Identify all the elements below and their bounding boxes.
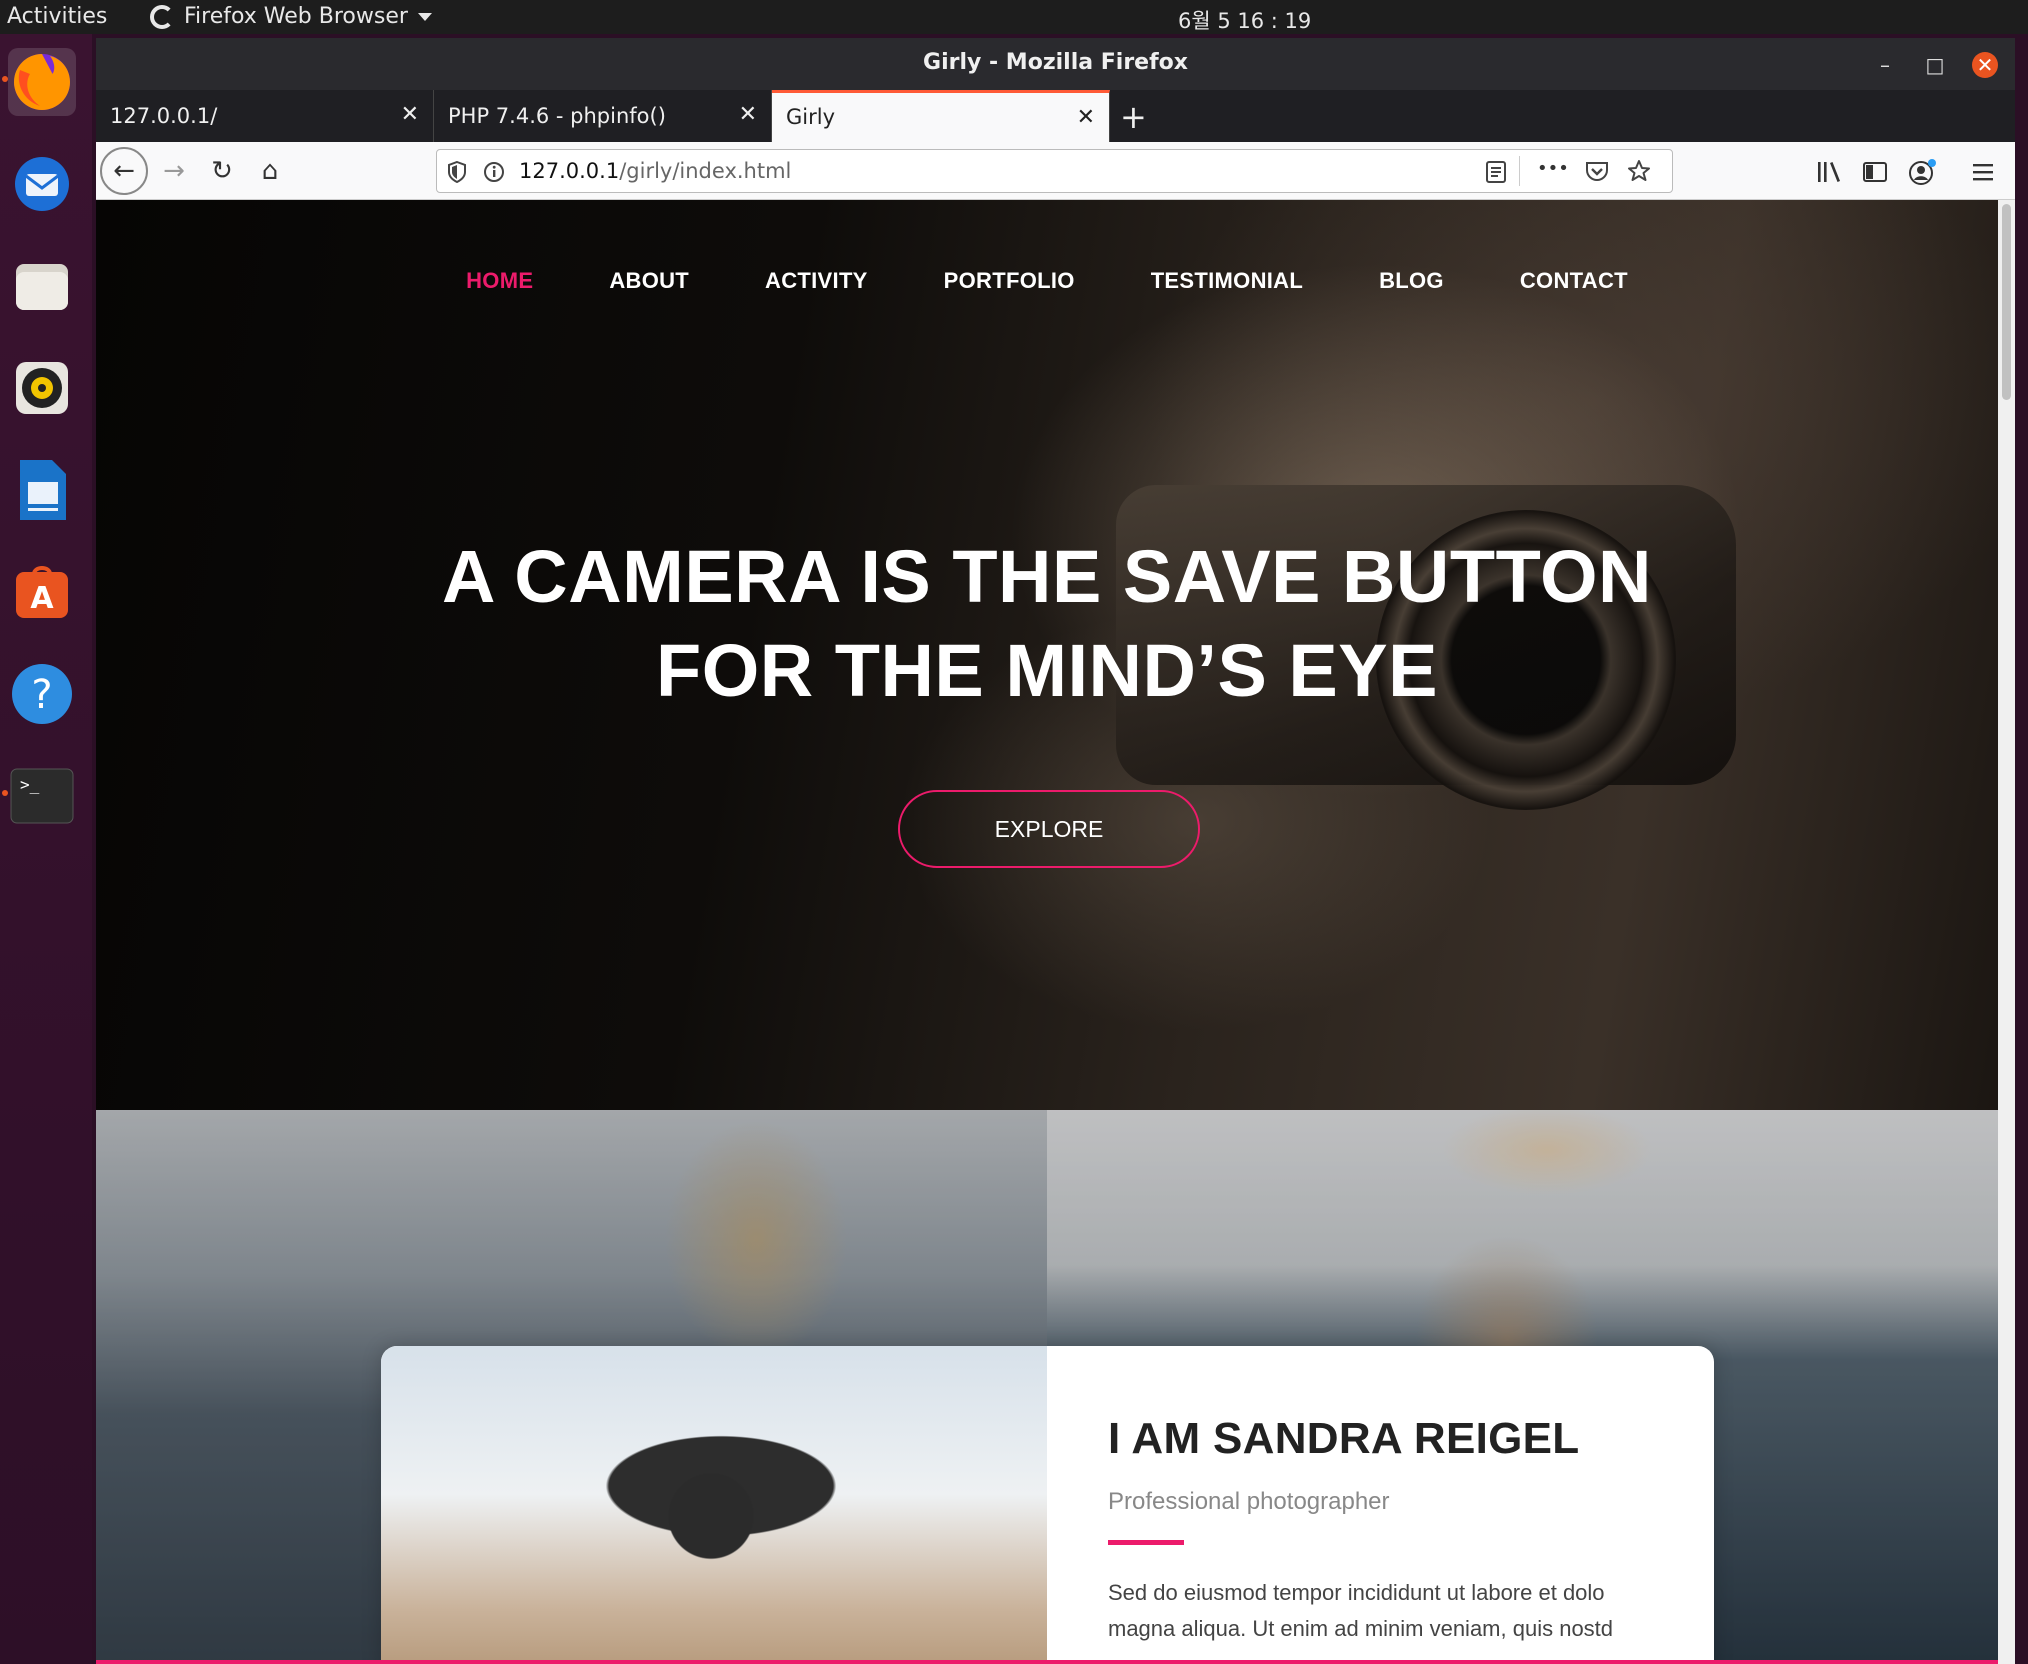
tab-strip: 127.0.0.1/ ✕ PHP 7.4.6 - phpinfo() ✕ Gir… xyxy=(96,90,2015,142)
tab-phpinfo[interactable]: PHP 7.4.6 - phpinfo() ✕ xyxy=(434,90,772,142)
firefox-window: Girly - Mozilla Firefox – □ ✕ 127.0.0.1/… xyxy=(96,38,2015,1664)
about-card: I AM SANDRA REIGEL Professional photogra… xyxy=(381,1346,1714,1664)
url-host: 127.0.0.1 xyxy=(519,159,620,183)
url-path: /girly/index.html xyxy=(619,159,792,183)
window-titlebar[interactable]: Girly - Mozilla Firefox – □ ✕ xyxy=(96,38,2015,90)
dock-help[interactable]: ? xyxy=(8,660,76,728)
forward-button[interactable]: → xyxy=(154,151,194,191)
terminal-icon: >_ xyxy=(10,768,74,824)
shield-icon[interactable] xyxy=(447,161,467,183)
nav-about[interactable]: ABOUT xyxy=(609,268,689,294)
hero-title-line-2: FOR THE MIND’S EYE xyxy=(656,629,1438,712)
tab-close-icon[interactable]: ✕ xyxy=(739,102,757,127)
reader-view-icon[interactable] xyxy=(1485,160,1507,184)
accent-bottom-line xyxy=(96,1660,1998,1664)
speaker-icon xyxy=(16,362,68,414)
about-subtitle: Professional photographer xyxy=(1108,1488,1390,1515)
tab-close-icon[interactable]: ✕ xyxy=(1077,105,1095,130)
hero-title-line-1: A CAMERA IS THE SAVE BUTTON xyxy=(442,535,1652,618)
explore-button[interactable]: EXPLORE xyxy=(898,790,1200,868)
firefox-small-icon xyxy=(150,4,174,29)
nav-portfolio[interactable]: PORTFOLIO xyxy=(944,268,1075,294)
about-title: I AM SANDRA REIGEL xyxy=(1108,1414,1580,1463)
tab-label: PHP 7.4.6 - phpinfo() xyxy=(448,104,666,128)
pocket-icon[interactable] xyxy=(1585,160,1609,182)
mail-icon xyxy=(15,157,69,211)
hero-title: A CAMERA IS THE SAVE BUTTON FOR THE MIND… xyxy=(96,530,1998,718)
url-divider xyxy=(1519,156,1520,186)
activities-button[interactable]: Activities xyxy=(7,4,107,29)
app-menu[interactable]: Firefox Web Browser xyxy=(150,4,432,29)
nav-testimonial[interactable]: TESTIMONIAL xyxy=(1151,268,1303,294)
about-body: Sed do eiusmod tempor incididunt ut labo… xyxy=(1108,1580,1614,1641)
minimize-button[interactable]: – xyxy=(1872,52,1898,78)
dock-firefox[interactable] xyxy=(2,48,76,116)
more-actions-icon[interactable]: ••• xyxy=(1537,158,1569,179)
system-top-bar: Activities Firefox Web Browser 6월 5 16 :… xyxy=(0,0,2028,34)
maximize-button[interactable]: □ xyxy=(1922,52,1948,78)
clock[interactable]: 6월 5 16 : 19 xyxy=(1178,5,1311,35)
folder-icon xyxy=(16,264,68,310)
help-glyph: ? xyxy=(31,672,52,718)
dock-software[interactable]: A xyxy=(8,558,76,626)
scrollbar-thumb[interactable] xyxy=(2002,204,2011,400)
nav-activity[interactable]: ACTIVITY xyxy=(765,268,868,294)
about-text-column: I AM SANDRA REIGEL Professional photogra… xyxy=(1108,1414,1668,1647)
dock: A ? >_ xyxy=(0,34,92,1664)
document-icon xyxy=(20,460,66,520)
dock-writer[interactable] xyxy=(8,456,76,524)
page-scrollbar[interactable] xyxy=(1998,200,2015,1664)
store-glyph: A xyxy=(30,581,54,616)
sidebar-icon[interactable] xyxy=(1862,161,1888,183)
library-icon[interactable] xyxy=(1816,160,1842,184)
about-section: I AM SANDRA REIGEL Professional photogra… xyxy=(96,1110,1998,1664)
tab-label: 127.0.0.1/ xyxy=(110,104,218,128)
close-window-button[interactable]: ✕ xyxy=(1972,52,1998,78)
nav-blog[interactable]: BLOG xyxy=(1379,268,1444,294)
bookmark-star-icon[interactable] xyxy=(1627,159,1651,183)
firefox-icon xyxy=(14,54,70,110)
window-title: Girly - Mozilla Firefox xyxy=(923,50,1188,75)
tab-girly[interactable]: Girly ✕ xyxy=(772,90,1110,142)
chevron-down-icon xyxy=(417,12,432,21)
help-icon: ? xyxy=(12,664,72,724)
navigation-toolbar: ← → ↻ ⌂ 127.0.0.1/girly/index.html ••• xyxy=(96,142,2015,200)
app-menu-label: Firefox Web Browser xyxy=(184,4,408,29)
url-text[interactable]: 127.0.0.1/girly/index.html xyxy=(519,159,791,183)
info-icon[interactable] xyxy=(483,161,505,183)
dock-thunderbird[interactable] xyxy=(8,150,76,218)
terminal-glyph: >_ xyxy=(20,775,40,794)
dock-files[interactable] xyxy=(8,252,76,320)
new-tab-button[interactable]: + xyxy=(1120,98,1147,136)
dock-rhythmbox[interactable] xyxy=(8,354,76,422)
account-icon[interactable] xyxy=(1908,158,1938,186)
store-icon: A xyxy=(16,566,68,618)
nav-contact[interactable]: CONTACT xyxy=(1520,268,1628,294)
site-navigation: HOME ABOUT ACTIVITY PORTFOLIO TESTIMONIA… xyxy=(96,268,1998,294)
hero-section: HOME ABOUT ACTIVITY PORTFOLIO TESTIMONIA… xyxy=(96,200,1998,1110)
tab-localhost[interactable]: 127.0.0.1/ ✕ xyxy=(96,90,434,142)
nav-home[interactable]: HOME xyxy=(466,268,533,294)
home-button[interactable]: ⌂ xyxy=(250,151,290,191)
back-button[interactable]: ← xyxy=(100,147,148,195)
reload-button[interactable]: ↻ xyxy=(202,151,242,191)
url-bar[interactable]: 127.0.0.1/girly/index.html ••• xyxy=(436,149,1673,193)
tab-label: Girly xyxy=(786,105,836,129)
hamburger-menu-icon[interactable] xyxy=(1972,162,1994,182)
photographer-photo xyxy=(381,1346,1047,1664)
dock-terminal[interactable]: >_ xyxy=(2,762,76,830)
web-page: HOME ABOUT ACTIVITY PORTFOLIO TESTIMONIA… xyxy=(96,200,1998,1664)
accent-divider xyxy=(1108,1540,1184,1545)
tab-close-icon[interactable]: ✕ xyxy=(401,102,419,127)
